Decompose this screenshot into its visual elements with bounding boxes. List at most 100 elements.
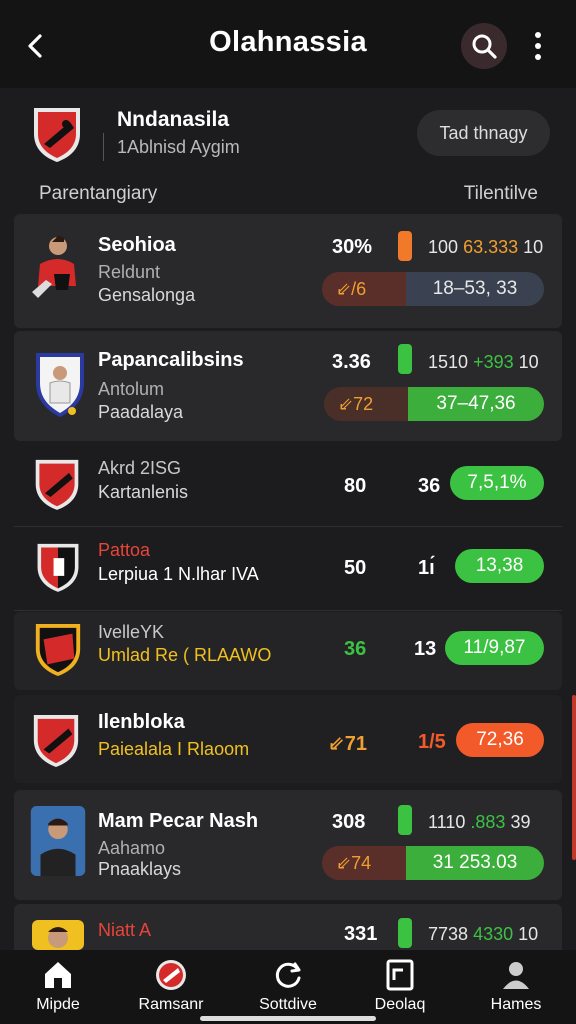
trend-indicator: [398, 344, 412, 374]
nav-label: Sottdive: [259, 996, 317, 1013]
player-card[interactable]: Mam Pecar Nash Aahamo Pnaaklays 308 1110…: [14, 790, 562, 900]
trend-indicator: [398, 805, 412, 835]
club-name: Nndanasila: [117, 108, 230, 131]
club-detail: Paiealala I Rlaoom: [98, 739, 250, 759]
column-header-right: Tilentilve: [463, 183, 538, 204]
comparison-bar: ⇙74 31 253.03: [322, 846, 544, 880]
player-position: Antolum: [98, 379, 165, 399]
track-button[interactable]: Tad thnagy: [417, 110, 550, 156]
score-pill: 13,38: [455, 549, 544, 583]
search-icon: [472, 34, 497, 59]
trend-indicator: [398, 231, 412, 261]
comparison-left: ⇙/6: [322, 272, 406, 306]
value-accent: .883: [470, 812, 506, 832]
player-position: Aahamo: [98, 838, 166, 858]
value-row: 1110 .883 39: [428, 812, 530, 833]
value-main: 7738: [428, 924, 469, 944]
club-detail: Lerpiua 1 N.lhar IVA: [98, 564, 259, 584]
value-accent: 4330: [473, 924, 514, 944]
divider: [14, 526, 562, 527]
value-accent: 63.333: [463, 237, 519, 257]
more-options-button[interactable]: [526, 28, 550, 64]
player-club: Pnaaklays: [98, 859, 182, 879]
player-photo: [36, 353, 84, 417]
score-pill: 11/9,87: [445, 631, 544, 665]
comparison-bar: ⇙72 37–47,36: [324, 387, 544, 421]
nav-item-document[interactable]: Deolaq: [350, 958, 450, 1022]
column-header-left: Parentangiary: [39, 183, 158, 204]
more-vertical-icon: [535, 32, 541, 38]
club-name: Ilenbloka: [98, 711, 185, 733]
value-main: 1110: [428, 812, 466, 832]
club-stat: 80: [344, 475, 367, 497]
score-pill: 72,36: [456, 723, 544, 757]
player-position: Reldunt: [98, 262, 161, 282]
nav-label: Hames: [490, 996, 542, 1013]
player-name: Niatt A: [98, 920, 152, 940]
nav-item-home[interactable]: Mipde: [8, 958, 108, 1022]
player-stat: 30%: [332, 236, 373, 258]
player-name: Mam Pecar Nash: [98, 810, 259, 832]
player-club: Paadalaya: [98, 402, 184, 422]
value-main: 100: [428, 237, 459, 257]
value-main: 1510: [428, 352, 469, 372]
club-detail: Kartanlenis: [98, 482, 189, 502]
value-row: 100 63.333 10: [428, 237, 543, 258]
value-end: 39: [510, 812, 531, 832]
club-crest-icon: [35, 623, 81, 676]
player-card[interactable]: Papancalibsins Antolum Paadalaya 3.36 15…: [14, 331, 562, 441]
club-name: Akrd 2ISG: [98, 458, 182, 478]
comparison-right: 31 253.03: [406, 846, 544, 880]
player-club: Gensalonga: [98, 285, 196, 305]
comparison-bar: ⇙/6 18–53, 33: [322, 272, 544, 306]
club-row[interactable]: Pattoa Lerpiua 1 N.lhar IVA 50 1ı́ 13,38: [0, 530, 576, 610]
nav-item-refresh[interactable]: Sottdive: [238, 958, 338, 1022]
comparison-left: ⇙74: [322, 846, 406, 880]
nav-item-profile[interactable]: Hames: [466, 958, 566, 1022]
club-subtitle: 1Ablnisd Aygim: [117, 137, 240, 157]
club-stat: 36: [344, 638, 367, 660]
top-bar: Olahnassia: [0, 0, 576, 88]
nav-label: Ramsanr: [138, 996, 204, 1013]
home-indicator: [200, 1016, 376, 1021]
club-stat: 50: [344, 557, 367, 579]
club-name: IvelleYK: [98, 622, 165, 642]
scrollbar[interactable]: [572, 695, 576, 860]
club-row[interactable]: IvelleYK Umlad Re ( RLAAWO 36 13 11/9,87: [14, 612, 562, 690]
refresh-icon: [275, 962, 301, 988]
player-photo: [30, 806, 86, 876]
club-name: Pattoa: [98, 540, 151, 560]
more-dot: [535, 43, 541, 49]
nav-item-club[interactable]: Ramsanr: [121, 958, 221, 1022]
divider: [103, 133, 104, 161]
club-stat-2: 13: [414, 638, 437, 660]
value-end: 10: [518, 924, 539, 944]
search-button[interactable]: [461, 23, 507, 69]
player-card[interactable]: Seohioa Reldunt Gensalonga 30% 100 63.33…: [14, 214, 562, 328]
player-photo: [32, 920, 84, 950]
bottom-nav: Mipde Ramsanr Sottdive Deolaq Hames: [0, 950, 576, 1024]
value-end: 10: [518, 352, 539, 372]
club-stat: ⇙71: [328, 733, 368, 755]
player-card[interactable]: Niatt A 331 7738 4330 10: [14, 904, 562, 950]
nav-label: Deolaq: [374, 996, 426, 1013]
club-crest-icon: [33, 714, 79, 767]
club-crest-icon: [37, 543, 79, 592]
comparison-right: 18–53, 33: [406, 272, 544, 306]
value-row: 7738 4330 10: [428, 924, 538, 945]
score-pill: 7,5,1%: [450, 466, 544, 500]
club-row[interactable]: Ilenbloka Paiealala I Rlaoom ⇙71 1/5 72,…: [14, 695, 562, 783]
club-crest-icon: [34, 108, 80, 162]
club-stat-2: 36: [418, 475, 441, 497]
club-row[interactable]: Akrd 2ISG Kartanlenis 80 36 7,5,1%: [0, 446, 576, 524]
nav-label: Mipde: [36, 996, 80, 1013]
player-name: Seohioa: [98, 234, 176, 256]
player-stat: 331: [344, 923, 378, 945]
comparison-left: ⇙72: [324, 387, 408, 421]
trend-indicator: [398, 918, 412, 948]
value-accent: +393: [473, 352, 514, 372]
club-stat-2: 1/5: [418, 731, 446, 753]
club-detail: Umlad Re ( RLAAWO: [98, 645, 272, 665]
divider: [14, 610, 562, 611]
player-photo: [32, 236, 76, 298]
